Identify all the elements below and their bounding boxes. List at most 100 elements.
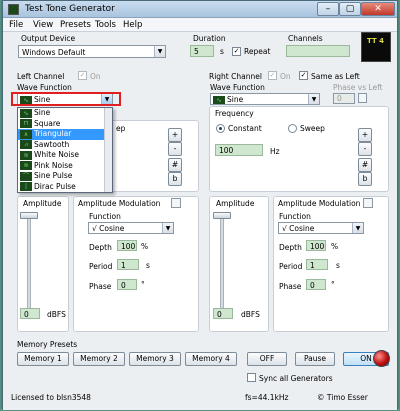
constant-radio[interactable]	[216, 124, 225, 133]
left-function-value: Cosine	[99, 224, 125, 233]
menu-bar: File View Presets Tools Help	[3, 18, 397, 32]
right-depth-input[interactable]: 100	[306, 240, 326, 251]
right-amplitude-input[interactable]: 0	[213, 308, 233, 319]
sync-checkbox[interactable]	[247, 373, 256, 382]
left-on-label: On	[90, 72, 101, 81]
repeat-checkbox[interactable]: ✓	[232, 47, 241, 56]
right-plus-button[interactable]: +	[358, 128, 372, 142]
window-title: Test Tone Generator	[25, 4, 115, 14]
dropdown-item-label: Triangular	[34, 129, 72, 138]
sweep-radio[interactable]	[288, 124, 297, 133]
left-modulation-checkbox[interactable]	[171, 198, 181, 208]
dropdown-scrollbar[interactable]	[104, 108, 112, 192]
menu-file[interactable]: File	[9, 20, 23, 30]
left-depth-unit: %	[141, 242, 149, 251]
close-button[interactable]: ✕	[361, 2, 395, 16]
dropdown-item-label: Square	[34, 118, 61, 128]
memory-4-button[interactable]: Memory 4	[185, 352, 237, 366]
right-frequency-input[interactable]: 100	[215, 144, 263, 156]
menu-view[interactable]: View	[33, 20, 53, 30]
title-bar: Test Tone Generator – ▢ ✕	[3, 1, 397, 18]
dropdown-item-white-noise[interactable]: ≋ White Noise	[18, 150, 112, 161]
right-modulation-checkbox[interactable]	[363, 198, 373, 208]
left-sharp-button[interactable]: #	[168, 158, 182, 172]
duration-unit: s	[220, 47, 224, 56]
left-amplitude-unit: dBFS	[47, 310, 66, 319]
same-as-left-checkbox[interactable]: ✓	[299, 71, 308, 80]
right-on-label: On	[280, 72, 291, 81]
left-minus-button[interactable]: -	[168, 142, 182, 156]
dropdown-item-sine-pulse[interactable]: ⌒ Sine Pulse	[18, 171, 112, 182]
phase-vs-left-input[interactable]: 0	[333, 93, 355, 104]
menu-help[interactable]: Help	[123, 20, 142, 30]
sine-wave-icon: ∿	[213, 95, 225, 104]
minimize-button[interactable]: –	[317, 2, 339, 16]
left-amplitude-input[interactable]: 0	[20, 308, 40, 319]
dropdown-item-triangular[interactable]: ∧ Triangular	[18, 129, 112, 140]
left-phase-input[interactable]: 0	[117, 279, 137, 290]
menu-presets[interactable]: Presets	[60, 20, 91, 30]
right-amplitude-label: Amplitude	[216, 199, 255, 208]
dropdown-item-label: Sawtooth	[34, 139, 70, 149]
logo-text: TT 4	[367, 37, 385, 45]
app-window: Test Tone Generator – ▢ ✕ File View Pres…	[2, 0, 398, 410]
sawtooth-wave-icon: ⩘	[20, 140, 32, 149]
right-minus-button[interactable]: -	[358, 142, 372, 156]
maximize-button[interactable]: ▢	[339, 2, 361, 16]
channels-label: Channels	[288, 34, 323, 43]
right-amplitude-thumb[interactable]	[213, 212, 231, 219]
right-phase-input[interactable]: 0	[306, 279, 326, 290]
memory-2-button[interactable]: Memory 2	[73, 352, 125, 366]
memory-3-button[interactable]: Memory 3	[129, 352, 181, 366]
phase-vs-left-spinner[interactable]	[358, 93, 367, 103]
right-frequency-unit: Hz	[270, 147, 280, 156]
memory-1-button[interactable]: Memory 1	[17, 352, 69, 366]
left-amplitude-thumb[interactable]	[20, 212, 38, 219]
dropdown-item-sawtooth[interactable]: ⩘ Sawtooth	[18, 140, 112, 151]
dropdown-item-label: Pink Noise	[34, 160, 73, 170]
channels-input[interactable]	[286, 45, 350, 57]
left-period-unit: s	[146, 261, 150, 270]
left-channel-title: Left Channel	[17, 72, 65, 81]
right-sharp-button[interactable]: #	[358, 158, 372, 172]
off-button[interactable]: OFF	[247, 352, 287, 366]
output-device-value: Windows Default	[22, 48, 86, 57]
app-icon	[8, 4, 19, 15]
chevron-down-icon: ▼	[154, 46, 165, 57]
dropdown-item-square[interactable]: ⊓ Square	[18, 119, 112, 130]
highlight-annotation-box	[11, 92, 121, 106]
noise-icon: ≋	[20, 150, 32, 160]
right-flat-button[interactable]: b	[358, 172, 372, 186]
left-on-checkbox[interactable]: ✓	[78, 71, 87, 80]
left-depth-label: Depth	[89, 243, 112, 252]
right-wave-select[interactable]: ∿ Sine ▼	[210, 93, 320, 105]
right-period-input[interactable]: 1	[306, 259, 328, 270]
right-function-select[interactable]: √ Cosine ▼	[278, 222, 364, 234]
right-on-checkbox[interactable]: ✓	[268, 71, 277, 80]
dropdown-item-label: Sine	[34, 108, 51, 117]
left-period-input[interactable]: 1	[117, 259, 139, 270]
output-device-label: Output Device	[21, 34, 76, 43]
phase-vs-left-label: Phase vs Left	[333, 83, 383, 92]
pause-button[interactable]: Pause	[295, 352, 335, 366]
sample-rate-text: fs=44.1kHz	[245, 393, 289, 402]
memory-presets-label: Memory Presets	[17, 340, 78, 349]
dropdown-item-sine[interactable]: ∿ Sine	[18, 108, 112, 119]
duration-input[interactable]: 5	[190, 45, 214, 57]
menu-tools[interactable]: Tools	[95, 20, 116, 30]
left-depth-input[interactable]: 100	[117, 240, 137, 251]
sweep-label: Sweep	[300, 124, 325, 133]
right-amplitude-track[interactable]	[220, 212, 224, 310]
copyright-text: © Timo Esser	[317, 393, 368, 402]
dropdown-item-dirac-pulse[interactable]: | Dirac Pulse	[18, 182, 112, 193]
dropdown-item-pink-noise[interactable]: ≋ Pink Noise	[18, 161, 112, 172]
right-amplitude-unit: dBFS	[241, 310, 260, 319]
right-function-value: Cosine	[289, 224, 315, 233]
output-device-select[interactable]: Windows Default ▼	[18, 45, 166, 58]
left-function-select[interactable]: √ Cosine ▼	[88, 222, 174, 234]
left-flat-button[interactable]: b	[168, 172, 182, 186]
duration-label: Duration	[193, 34, 226, 43]
right-frequency-label: Frequency	[215, 109, 254, 118]
left-plus-button[interactable]: +	[168, 128, 182, 142]
left-amplitude-track[interactable]	[27, 212, 31, 310]
